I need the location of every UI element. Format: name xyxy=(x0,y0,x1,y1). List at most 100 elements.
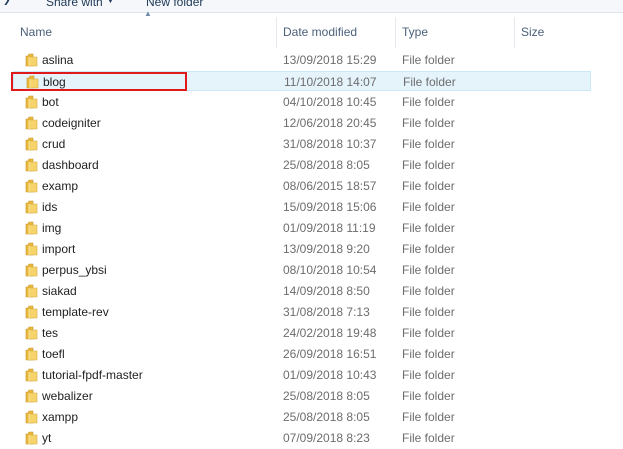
folder-icon xyxy=(25,305,38,319)
file-type: File folder xyxy=(402,305,455,319)
file-type: File folder xyxy=(402,95,455,109)
file-type: File folder xyxy=(402,53,455,67)
folder-icon xyxy=(25,368,38,382)
date-modified: 15/09/2018 15:06 xyxy=(283,200,377,214)
file-type: File folder xyxy=(402,158,455,172)
file-row[interactable]: crud 31/08/2018 10:37 File folder xyxy=(13,134,591,154)
folder-icon xyxy=(25,347,38,361)
column-header-type[interactable]: Type xyxy=(396,13,514,48)
folder-icon xyxy=(25,326,38,340)
file-row[interactable]: perpus_ybsi 08/10/2018 10:54 File folder xyxy=(13,260,591,280)
file-row[interactable]: examp 08/06/2015 18:57 File folder xyxy=(13,176,591,196)
file-type: File folder xyxy=(402,368,455,382)
file-row[interactable]: tutorial-fpdf-master 01/09/2018 10:43 File… xyxy=(13,365,591,385)
date-modified: 26/09/2018 16:51 xyxy=(283,347,377,361)
file-row[interactable]: bot 04/10/2018 10:45 File folder xyxy=(13,92,591,112)
file-row[interactable]: ids 15/09/2018 15:06 File folder xyxy=(13,197,591,217)
date-modified: 31/08/2018 10:37 xyxy=(283,137,377,151)
folder-icon xyxy=(25,116,38,130)
date-modified: 31/08/2018 7:13 xyxy=(283,305,370,319)
folder-icon xyxy=(26,75,39,89)
date-modified: 01/09/2018 11:19 xyxy=(283,221,376,235)
file-name[interactable]: yt xyxy=(42,428,51,448)
file-row[interactable]: dashboard 25/08/2018 8:05 File folder xyxy=(13,155,591,175)
file-type: File folder xyxy=(402,326,455,340)
file-row[interactable]: xampp 25/08/2018 8:05 File folder xyxy=(13,407,591,427)
file-type: File folder xyxy=(402,347,455,361)
file-row[interactable]: webalizer 25/08/2018 8:05 File folder xyxy=(13,386,591,406)
file-name[interactable]: tutorial-fpdf-master xyxy=(42,365,143,385)
file-name[interactable]: perpus_ybsi xyxy=(42,260,107,280)
date-modified: 24/02/2018 19:48 xyxy=(283,326,377,340)
file-name[interactable]: crud xyxy=(42,134,65,154)
folder-icon xyxy=(25,158,38,172)
file-name[interactable]: toefl xyxy=(42,344,65,364)
file-type: File folder xyxy=(402,263,455,277)
file-name[interactable]: ids xyxy=(42,197,57,217)
file-name[interactable]: template-rev xyxy=(42,302,109,322)
folder-icon xyxy=(25,284,38,298)
file-name[interactable]: img xyxy=(42,218,61,238)
file-name[interactable]: bot xyxy=(42,92,59,112)
date-modified: 07/09/2018 8:23 xyxy=(283,431,370,445)
file-row[interactable]: template-rev 31/08/2018 7:13 File folder xyxy=(13,302,591,322)
column-header-name[interactable]: Name xyxy=(14,13,277,48)
date-modified: 12/06/2018 20:45 xyxy=(283,116,377,130)
file-type: File folder xyxy=(402,179,455,193)
folder-icon xyxy=(25,200,38,214)
chevron-down-icon[interactable]: ▼ xyxy=(106,0,115,5)
date-modified: 04/10/2018 10:45 xyxy=(283,95,377,109)
file-row[interactable]: yt 07/09/2018 8:23 File folder xyxy=(13,428,591,448)
file-row[interactable]: img 01/09/2018 11:19 File folder xyxy=(13,218,591,238)
file-name[interactable]: aslina xyxy=(42,50,73,70)
file-name[interactable]: xampp xyxy=(42,407,78,427)
file-name[interactable]: import xyxy=(42,239,75,259)
file-type: File folder xyxy=(402,137,455,151)
new-folder-button[interactable]: New folder xyxy=(146,0,203,9)
date-modified: 25/08/2018 8:05 xyxy=(283,410,370,424)
date-modified: 25/08/2018 8:05 xyxy=(283,389,370,403)
date-modified: 08/06/2015 18:57 xyxy=(283,179,377,193)
folder-icon xyxy=(25,242,38,256)
file-type: File folder xyxy=(403,75,456,89)
file-row[interactable]: aslina 13/09/2018 15:29 File folder xyxy=(13,50,591,70)
file-type: File folder xyxy=(402,116,455,130)
date-modified: 01/09/2018 10:43 xyxy=(283,368,377,382)
folder-icon xyxy=(25,263,38,277)
folder-icon xyxy=(25,221,38,235)
date-modified: 13/09/2018 15:29 xyxy=(283,53,377,67)
date-modified: 25/08/2018 8:05 xyxy=(283,158,370,172)
folder-icon xyxy=(25,95,38,109)
folder-icon xyxy=(25,137,38,151)
file-name[interactable]: webalizer xyxy=(42,386,93,406)
file-name[interactable]: dashboard xyxy=(42,155,99,175)
column-header-date-modified[interactable]: Date modified xyxy=(277,13,395,48)
folder-icon xyxy=(25,431,38,445)
file-row[interactable]: blog 11/10/2018 14:07 File folder xyxy=(13,71,591,91)
file-type: File folder xyxy=(402,242,455,256)
file-row[interactable]: tes 24/02/2018 19:48 File folder xyxy=(13,323,591,343)
file-row[interactable]: import 13/09/2018 9:20 File folder xyxy=(13,239,591,259)
file-type: File folder xyxy=(402,389,455,403)
date-modified: 08/10/2018 10:54 xyxy=(283,263,377,277)
file-row[interactable]: toefl 26/09/2018 16:51 File folder xyxy=(13,344,591,364)
folder-icon xyxy=(25,53,38,67)
chevron-down-icon[interactable]: ❯ xyxy=(3,0,11,6)
column-header-size[interactable]: Size xyxy=(515,13,615,48)
file-name[interactable]: examp xyxy=(42,176,78,196)
file-name[interactable]: codeigniter xyxy=(42,113,101,133)
column-header-bar: ▲ Name Date modified Type Size xyxy=(0,9,623,48)
file-row[interactable]: siakad 14/09/2018 8:50 File folder xyxy=(13,281,591,301)
file-name[interactable]: siakad xyxy=(42,281,77,301)
file-name[interactable]: tes xyxy=(42,323,58,343)
file-type: File folder xyxy=(402,410,455,424)
command-bar: ❯ Share with ▼ New folder xyxy=(0,0,623,13)
file-type: File folder xyxy=(402,221,455,235)
date-modified: 11/10/2018 14:07 xyxy=(284,75,377,89)
file-type: File folder xyxy=(402,284,455,298)
file-row[interactable]: codeigniter 12/06/2018 20:45 File folder xyxy=(13,113,591,133)
date-modified: 14/09/2018 8:50 xyxy=(283,284,370,298)
share-with-button[interactable]: Share with xyxy=(46,0,103,9)
file-name[interactable]: blog xyxy=(43,72,66,92)
file-type: File folder xyxy=(402,431,455,445)
